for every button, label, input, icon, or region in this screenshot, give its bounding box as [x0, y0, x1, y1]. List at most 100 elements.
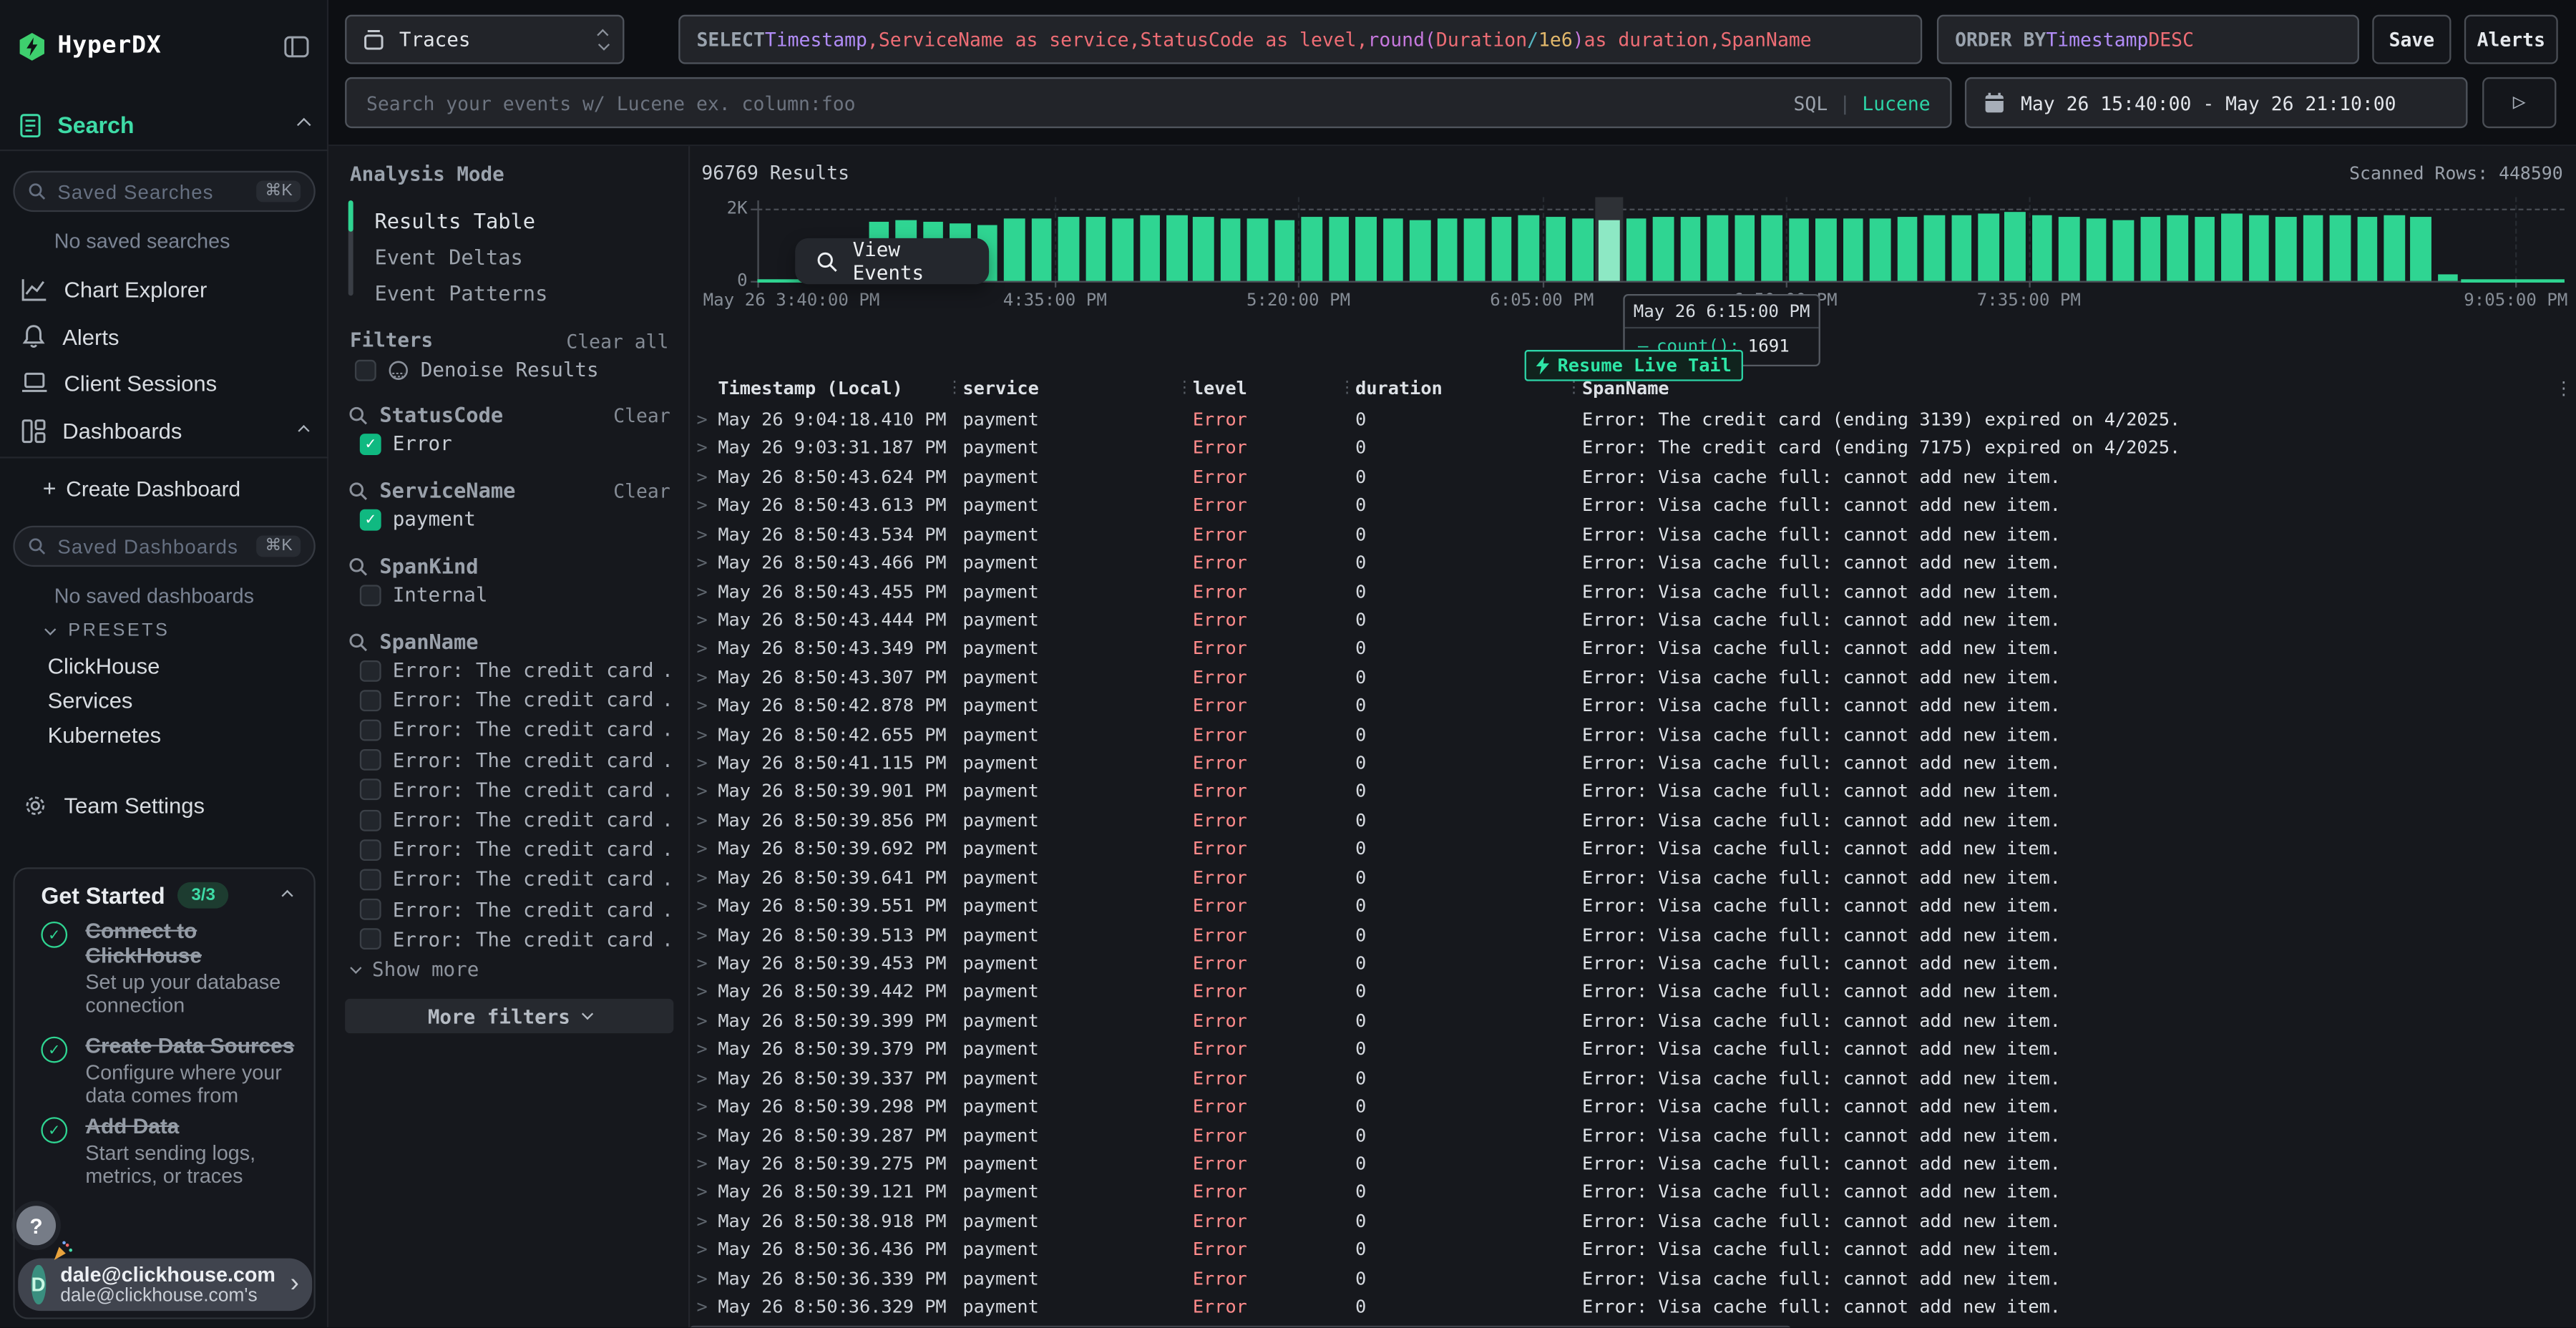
table-row[interactable]: >May 26 9:04:18.410 PMpaymentError0Error…	[690, 406, 2576, 435]
expand-row-chevron-icon[interactable]: >	[696, 867, 707, 889]
histogram-bar[interactable]	[1221, 218, 1241, 280]
histogram-bar[interactable]	[1410, 220, 1430, 280]
column-drag-handle[interactable]: ⋮	[1176, 379, 1193, 397]
expand-row-chevron-icon[interactable]: >	[696, 1039, 707, 1060]
analysis-mode-results-table[interactable]: Results Table	[374, 209, 535, 233]
run-query-button[interactable]: ▷	[2482, 77, 2556, 128]
table-row[interactable]: >May 26 8:50:43.534 PMpaymentError0Error…	[690, 521, 2576, 550]
histogram-bar[interactable]	[2087, 219, 2107, 280]
histogram-bar[interactable]	[2195, 216, 2215, 280]
table-row[interactable]: >May 26 8:50:39.901 PMpaymentError0Error…	[690, 778, 2576, 807]
table-row[interactable]: >May 26 8:50:39.287 PMpaymentError0Error…	[690, 1122, 2576, 1151]
expand-row-chevron-icon[interactable]: >	[696, 438, 707, 459]
get-started-item[interactable]: ✓Connect to ClickHouseSet up your databa…	[41, 918, 303, 1017]
expand-row-chevron-icon[interactable]: >	[696, 552, 707, 574]
resume-live-tail-button[interactable]: Resume Live Tail	[1525, 350, 1743, 381]
get-started-item[interactable]: ✓Create Data SourcesConfigure where your…	[41, 1033, 303, 1107]
preset-link-clickhouse[interactable]: ClickHouse	[0, 652, 328, 680]
histogram-bar[interactable]	[1599, 220, 1620, 280]
expand-row-chevron-icon[interactable]: >	[696, 924, 707, 946]
histogram-bar[interactable]	[1924, 216, 1945, 281]
table-row[interactable]: >May 26 8:50:42.655 PMpaymentError0Error…	[690, 721, 2576, 750]
collapse-sidebar-icon[interactable]	[284, 35, 308, 57]
histogram-bar[interactable]	[2330, 216, 2351, 281]
column-header-duration[interactable]: duration	[1355, 378, 1443, 399]
expand-row-chevron-icon[interactable]: >	[696, 1096, 707, 1118]
saved-searches-input[interactable]: Saved Searches ⌘K	[13, 171, 315, 212]
expand-row-chevron-icon[interactable]: >	[696, 1268, 707, 1289]
saved-dashboards-input[interactable]: Saved Dashboards ⌘K	[13, 526, 315, 567]
histogram-bar[interactable]	[2357, 216, 2378, 280]
table-row[interactable]: >May 26 8:50:39.298 PMpaymentError0Error…	[690, 1093, 2576, 1122]
table-row[interactable]: >May 26 8:50:43.307 PMpaymentError0Error…	[690, 664, 2576, 693]
expand-row-chevron-icon[interactable]: >	[696, 896, 707, 917]
histogram-bar[interactable]	[2303, 215, 2323, 280]
expand-row-chevron-icon[interactable]: >	[696, 638, 707, 660]
clear-filter-link[interactable]: Clear	[613, 479, 670, 502]
histogram-bar[interactable]	[1058, 218, 1079, 281]
expand-row-chevron-icon[interactable]: >	[696, 695, 707, 717]
expand-row-chevron-icon[interactable]: >	[696, 1239, 707, 1261]
table-row[interactable]: >May 26 8:50:39.275 PMpaymentError0Error…	[690, 1151, 2576, 1179]
table-row[interactable]: >May 26 8:50:39.641 PMpaymentError0Error…	[690, 864, 2576, 893]
table-row[interactable]: >May 26 8:50:39.399 PMpaymentError0Error…	[690, 1007, 2576, 1036]
histogram-bar[interactable]	[2032, 215, 2053, 281]
expand-row-chevron-icon[interactable]: >	[696, 1068, 707, 1089]
clear-all-filters-link[interactable]: Clear all	[566, 330, 668, 353]
filter-option-spanname[interactable]: Error: The credit card …	[360, 748, 672, 771]
column-drag-handle[interactable]: ⋮	[1566, 379, 1582, 397]
filter-option-spanname[interactable]: Error: The credit card …	[360, 688, 672, 711]
histogram-bar[interactable]	[1518, 215, 1539, 280]
get-started-item[interactable]: ✓Add DataStart sending logs, metrics, or…	[41, 1114, 303, 1188]
histogram-bar[interactable]	[1274, 220, 1295, 281]
column-drag-handle[interactable]: ⋮	[1339, 379, 1355, 397]
expand-row-chevron-icon[interactable]: >	[696, 524, 707, 545]
expand-row-chevron-icon[interactable]: >	[696, 495, 707, 517]
histogram-bar[interactable]	[2411, 217, 2431, 281]
expand-row-chevron-icon[interactable]: >	[696, 667, 707, 688]
expand-row-chevron-icon[interactable]: >	[696, 1010, 707, 1032]
histogram-bar[interactable]	[1491, 217, 1512, 281]
analysis-mode-event-patterns[interactable]: Event Patterns	[374, 281, 547, 306]
histogram-bar[interactable]	[2384, 215, 2404, 280]
table-row[interactable]: >May 26 8:50:43.613 PMpaymentError0Error…	[690, 492, 2576, 521]
expand-row-chevron-icon[interactable]: >	[696, 724, 707, 746]
expand-row-chevron-icon[interactable]: >	[696, 409, 707, 431]
table-row[interactable]: >May 26 8:50:43.624 PMpaymentError0Error…	[690, 464, 2576, 492]
histogram-bar[interactable]	[1654, 217, 1674, 280]
help-button[interactable]: ?	[16, 1206, 56, 1245]
sidebar-item-alerts[interactable]: Alerts	[0, 322, 328, 351]
filter-option-spanname[interactable]: Error: The credit card …	[360, 778, 672, 801]
table-row[interactable]: >May 26 8:50:39.442 PMpaymentError0Error…	[690, 979, 2576, 1007]
more-filters-button[interactable]: More filters	[345, 999, 673, 1033]
view-events-button[interactable]: View Events	[795, 238, 989, 284]
histogram-bar[interactable]	[1329, 216, 1350, 280]
expand-row-chevron-icon[interactable]: >	[696, 810, 707, 831]
preset-link-kubernetes[interactable]: Kubernetes	[0, 721, 328, 749]
column-header-level[interactable]: level	[1193, 378, 1247, 399]
chevron-up-icon[interactable]	[282, 890, 293, 901]
table-row[interactable]: >May 26 8:50:39.856 PMpaymentError0Error…	[690, 807, 2576, 836]
filter-option-spanname[interactable]: Error: The credit card …	[360, 659, 672, 682]
presets-toggle[interactable]: PRESETS	[0, 620, 328, 643]
filter-option-spanname[interactable]: Error: The credit card …	[360, 868, 672, 891]
column-header-timestamp-local-[interactable]: Timestamp (Local)	[718, 378, 903, 399]
column-header-service[interactable]: service	[962, 378, 1038, 399]
filter-option-spanname[interactable]: Error: The credit card …	[360, 898, 672, 921]
table-row[interactable]: >May 26 8:50:39.121 PMpaymentError0Error…	[690, 1179, 2576, 1208]
histogram-bar[interactable]	[1815, 218, 1836, 280]
histogram-bar[interactable]	[1626, 218, 1647, 281]
expand-row-chevron-icon[interactable]: >	[696, 839, 707, 860]
histogram-bar[interactable]	[2275, 217, 2296, 280]
histogram-bar[interactable]	[1707, 215, 1728, 280]
expand-row-chevron-icon[interactable]: >	[696, 982, 707, 1003]
create-dashboard-button[interactable]: + Create Dashboard	[0, 473, 328, 502]
histogram-bar[interactable]	[1789, 218, 1810, 280]
table-row[interactable]: >May 26 8:50:39.379 PMpaymentError0Error…	[690, 1036, 2576, 1065]
expand-row-chevron-icon[interactable]: >	[696, 467, 707, 488]
table-row[interactable]: >May 26 8:50:43.349 PMpaymentError0Error…	[690, 635, 2576, 664]
histogram-bar[interactable]	[1870, 218, 1890, 281]
horizontal-scrollbar[interactable]	[690, 1325, 1790, 1328]
expand-row-chevron-icon[interactable]: >	[696, 781, 707, 803]
table-row[interactable]: >May 26 8:50:42.878 PMpaymentError0Error…	[690, 693, 2576, 721]
